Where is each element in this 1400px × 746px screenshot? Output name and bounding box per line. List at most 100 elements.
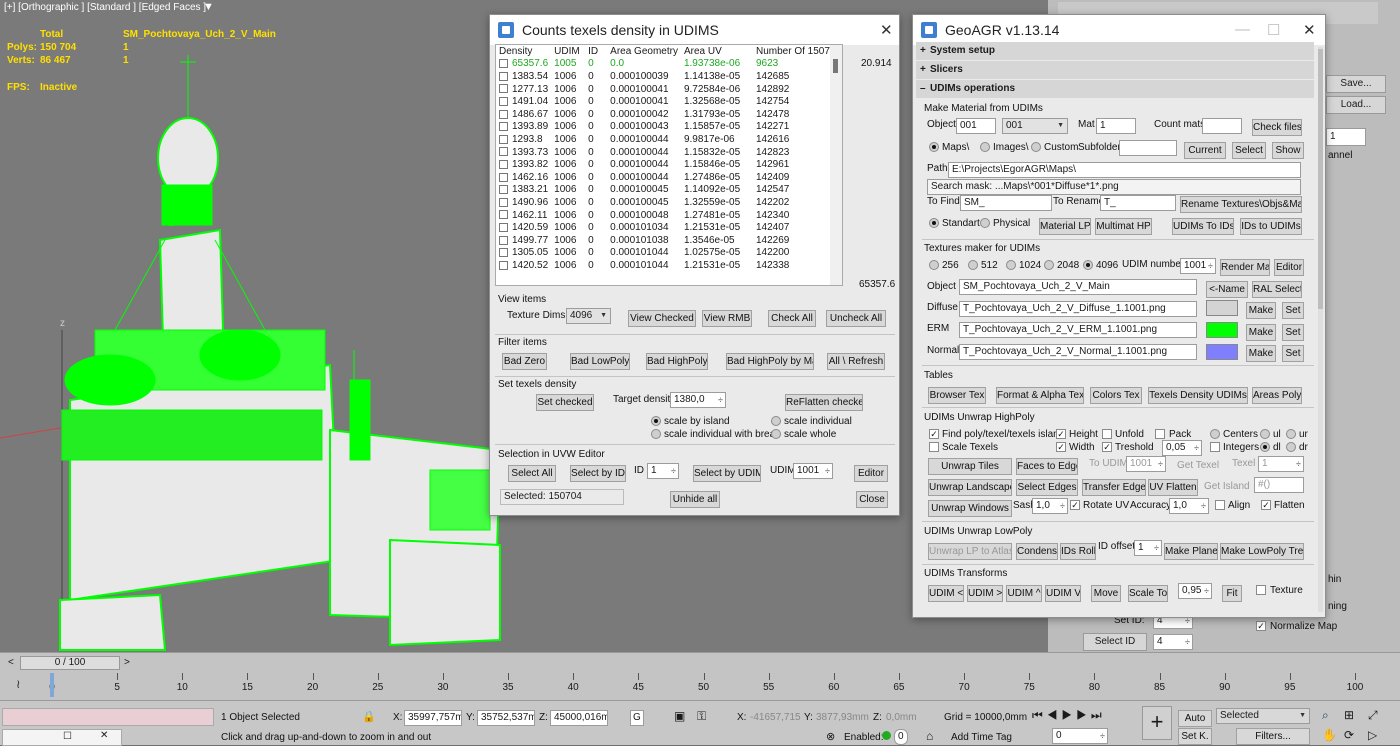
scale-value-input[interactable]: 0,95 xyxy=(1178,583,1212,599)
table-row[interactable]: 1293.8 1006 0 0.000100044 9.9817e-06 142616 xyxy=(496,133,842,146)
save-button[interactable]: Save... xyxy=(1326,75,1386,93)
find-poly-checkbox[interactable]: ✓ xyxy=(929,429,939,439)
set-key-button[interactable]: Set K. xyxy=(1178,728,1212,745)
align-checkbox[interactable] xyxy=(1215,500,1225,510)
selected-dropdown[interactable]: Selected xyxy=(1216,708,1310,724)
row-checkbox[interactable] xyxy=(499,160,508,169)
set-checked-button[interactable]: Set checked xyxy=(536,394,594,411)
unwrap-tiles-button[interactable]: Unwrap Tiles xyxy=(928,458,1012,475)
row-checkbox[interactable] xyxy=(499,71,508,81)
table-row[interactable]: 1486.67 1006 0 0.000100042 1.31793e-05 142478 xyxy=(496,108,842,121)
treshold-input[interactable]: 0,05 xyxy=(1162,440,1202,456)
udim-left-button[interactable]: UDIM < xyxy=(928,585,964,602)
uv-flatten-button[interactable]: UV Flatten xyxy=(1148,479,1198,496)
select-by-udim-button[interactable]: Select by UDIM xyxy=(693,465,761,482)
move-button[interactable]: Move xyxy=(1091,585,1121,602)
table-row[interactable]: 1277.13 1006 0 0.000100041 9.72584e-06 142892 xyxy=(496,83,842,96)
get-island-label[interactable]: Get Island xyxy=(1204,481,1250,492)
custom-radio[interactable] xyxy=(1031,142,1041,152)
column-header[interactable]: UDIM xyxy=(551,45,585,58)
column-header[interactable]: ID xyxy=(585,45,607,58)
row-checkbox[interactable] xyxy=(499,185,508,195)
unwrap-landscape-button[interactable]: Unwrap Landscape xyxy=(928,479,1012,496)
row-checkbox[interactable] xyxy=(499,197,508,207)
spinner-1[interactable]: 1 xyxy=(1326,128,1366,146)
maximize-viewport-icon[interactable]: ⤢ xyxy=(1368,708,1378,723)
row-checkbox[interactable] xyxy=(499,210,508,220)
y-coord[interactable]: 35752,537m xyxy=(477,710,535,726)
to-udim-input[interactable]: 1001 xyxy=(1126,456,1166,472)
normal-make-button[interactable]: Make xyxy=(1246,345,1276,362)
normal-color-swatch[interactable] xyxy=(1206,344,1238,360)
treshold-checkbox[interactable]: ✓ xyxy=(1102,442,1112,452)
rotate-uv-checkbox[interactable]: ✓ xyxy=(1070,500,1080,510)
erm-input[interactable]: T_Pochtovaya_Uch_2_V_ERM_1.1001.png xyxy=(959,322,1197,338)
to-find-input[interactable]: SM_ xyxy=(960,195,1052,211)
key-mode-icon[interactable]: + xyxy=(1142,706,1172,740)
make-lowpoly-tree-button[interactable]: Make LowPoly Tree xyxy=(1220,543,1304,560)
res-4096-radio[interactable] xyxy=(1083,260,1093,270)
target-density-input[interactable]: 1380,0 xyxy=(670,392,726,408)
browser-tex-button[interactable]: Browser Tex xyxy=(928,387,986,404)
height-checkbox[interactable]: ✓ xyxy=(1056,429,1066,439)
ral-select-button[interactable]: RAL Select xyxy=(1252,281,1302,298)
lock2-icon[interactable]: ⚿ xyxy=(697,709,706,724)
ul-radio[interactable] xyxy=(1260,429,1270,439)
make-planes-button[interactable]: Make Planes xyxy=(1164,543,1218,560)
tag-icon[interactable]: ⌂ xyxy=(926,729,933,743)
ids-roll-button[interactable]: IDs Roll xyxy=(1060,543,1096,560)
texels-density-button[interactable]: Texels Density UDIMs xyxy=(1148,387,1248,404)
select-id-input[interactable]: 4 xyxy=(1153,634,1193,650)
column-header[interactable]: Density xyxy=(496,45,551,58)
id-offset-input[interactable]: 1 xyxy=(1134,540,1162,556)
scale-individual-radio[interactable] xyxy=(771,416,781,426)
editor-button[interactable]: Editor xyxy=(1274,259,1304,276)
row-checkbox[interactable] xyxy=(499,134,508,144)
table-row[interactable]: 1393.82 1006 0 0.000100044 1.15846e-05 142961 xyxy=(496,158,842,171)
to-rename-input[interactable]: T_ xyxy=(1100,195,1176,211)
scale-whole-radio[interactable] xyxy=(771,429,781,439)
texture-checkbox[interactable] xyxy=(1256,585,1266,595)
row-checkbox[interactable] xyxy=(499,172,508,182)
row-checkbox[interactable] xyxy=(499,84,508,94)
table-row[interactable]: 1393.89 1006 0 0.000100043 1.15857e-05 142271 xyxy=(496,121,842,134)
rename-textures-button[interactable]: Rename Textures\Objs&Mats xyxy=(1180,196,1302,213)
scale-to-button[interactable]: Scale To xyxy=(1128,585,1168,602)
multimat-hp-button[interactable]: Multimat HP xyxy=(1095,218,1152,235)
res-256-radio[interactable] xyxy=(929,260,939,270)
images-radio[interactable] xyxy=(980,142,990,152)
close-icon[interactable]: ✕ xyxy=(880,21,893,39)
select-edges-button[interactable]: Select Edges xyxy=(1016,479,1078,496)
taskbar-window[interactable]: ☐ ✕ xyxy=(2,729,122,746)
unwrap-windows-button[interactable]: Unwrap Windows xyxy=(928,500,1012,517)
diffuse-make-button[interactable]: Make xyxy=(1246,302,1276,319)
res-1024-radio[interactable] xyxy=(1006,260,1016,270)
row-checkbox[interactable] xyxy=(499,222,508,232)
check-files-button[interactable]: Check files xyxy=(1252,119,1302,136)
texels-title-bar[interactable]: Counts texels density in UDIMS xyxy=(490,15,899,45)
id-input[interactable]: 1 xyxy=(647,463,679,479)
diffuse-input[interactable]: T_Pochtovaya_Uch_2_V_Diffuse_1.1001.png xyxy=(959,301,1197,317)
current-frame-input[interactable]: 0 xyxy=(1052,728,1108,744)
diffuse-color-swatch[interactable] xyxy=(1206,300,1238,316)
physical-radio[interactable] xyxy=(980,218,990,228)
integers-checkbox[interactable] xyxy=(1210,442,1220,452)
row-checkbox[interactable] xyxy=(499,235,508,245)
dr-radio[interactable] xyxy=(1286,442,1296,452)
zoom-icon[interactable]: ⌕ xyxy=(1322,708,1329,723)
bad-lowpoly-button[interactable]: Bad LowPoly xyxy=(570,353,630,370)
table-row[interactable]: 1462.11 1006 0 0.000100048 1.27481e-05 142340 xyxy=(496,209,842,222)
accuracy-input[interactable]: 1,0 xyxy=(1169,498,1209,514)
frame-slider[interactable]: 0 / 100 xyxy=(20,656,120,670)
orbit-icon[interactable]: ⟳ xyxy=(1344,728,1354,742)
table-row[interactable]: 1383.21 1006 0 0.000100045 1.14092e-05 142547 xyxy=(496,184,842,197)
scale-texels-checkbox[interactable] xyxy=(929,442,939,452)
density-list[interactable]: Density UDIM ID Area Geometry Area UV Number … xyxy=(495,44,843,286)
z-coord[interactable]: 45000,016m xyxy=(550,710,608,726)
island-input[interactable]: #() xyxy=(1254,477,1304,493)
erm-color-swatch[interactable] xyxy=(1206,322,1238,338)
zoom-all-icon[interactable]: ⊞ xyxy=(1344,708,1354,722)
all-refresh-button[interactable]: All \ Refresh xyxy=(827,353,885,370)
bad-highpoly-button[interactable]: Bad HighPoly xyxy=(646,353,708,370)
ur-radio[interactable] xyxy=(1286,429,1296,439)
